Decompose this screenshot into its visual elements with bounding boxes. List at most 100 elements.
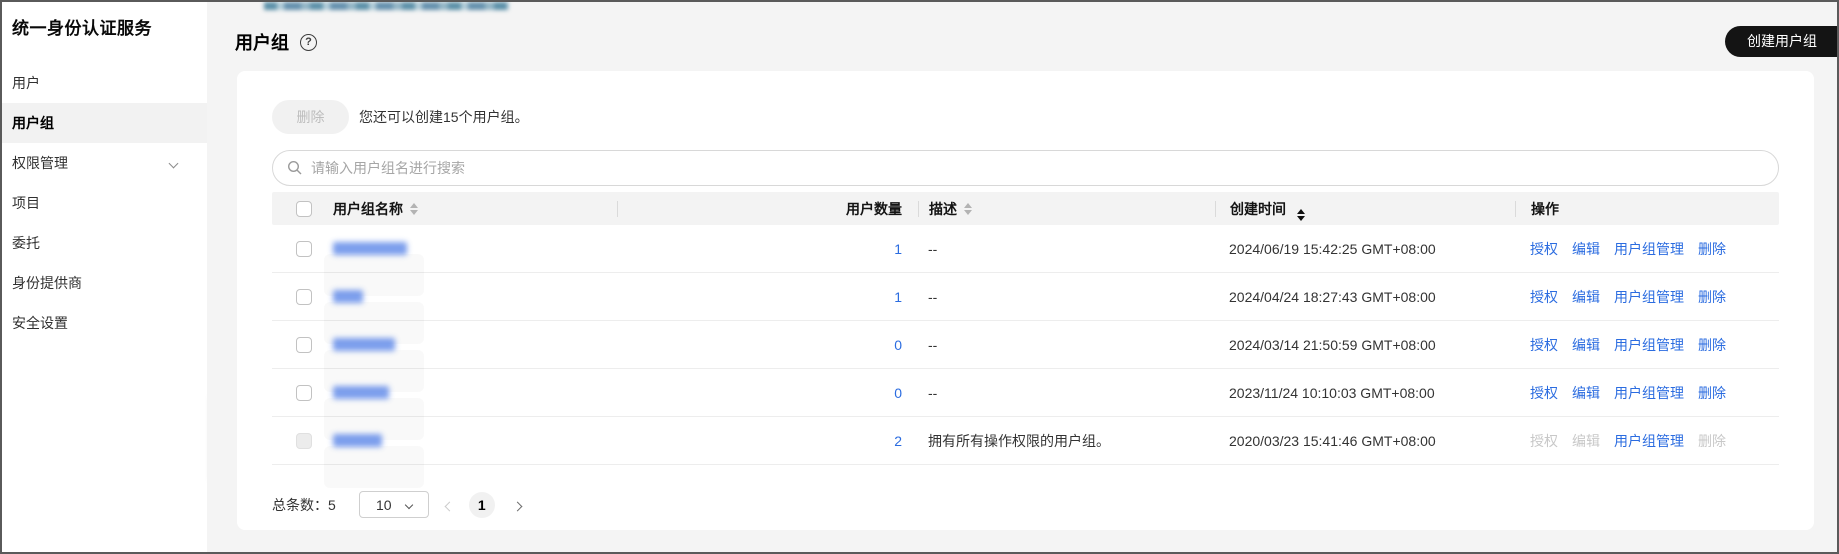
sidebar-nav: 用户 用户组 权限管理 项目 委托 身份提供商 安全设置 [2,63,207,343]
help-icon[interactable]: ? [300,33,317,51]
table-row: 0 -- 2024/03/14 21:50:59 GMT+08:00 授权 编辑… [272,321,1779,369]
col-actions-label: 操作 [1531,200,1559,217]
row-checkbox[interactable] [296,288,312,305]
row-checkbox[interactable] [296,384,312,401]
group-name-redacted[interactable] [333,434,382,447]
table-row: 2 拥有所有操作权限的用户组。 2020/03/23 15:41:46 GMT+… [272,417,1779,465]
search-icon [287,160,302,175]
iam-console-window: 统一身份认证服务 用户 用户组 权限管理 项目 委托 身份提供商 安全设置 用户… [0,0,1839,554]
main-area: 用户组 ? 创建用户组 删除 您还可以创建15个用户组。 请输入用户组名进行搜索… [207,2,1837,552]
group-name-redacted[interactable] [333,242,407,255]
blur-artifact [324,446,424,488]
col-name[interactable]: 用户组名称 [312,199,617,219]
manage-group-link[interactable]: 用户组管理 [1614,239,1684,259]
col-user-count: 用户数量 [617,200,918,217]
sort-icon[interactable] [410,202,418,215]
sidebar-item-label: 用户 [12,75,40,91]
row-checkbox-disabled [296,432,312,449]
page-size-select[interactable]: 10 [358,491,429,518]
group-name-redacted[interactable] [333,290,363,303]
sidebar-item-projects[interactable]: 项目 [2,183,207,223]
created-time: 2023/11/24 10:10:03 GMT+08:00 [1229,384,1435,401]
search-bar [272,150,1779,186]
authorize-link[interactable]: 授权 [1530,335,1558,355]
delete-button[interactable]: 删除 [272,100,349,134]
delete-link[interactable]: 删除 [1698,287,1726,307]
col-created-label: 创建时间 [1230,200,1286,217]
user-groups-table: 用户组名称 用户数量 描述 创建时间 操作 1 -- 2024/06/19 15… [272,192,1779,465]
edit-link[interactable]: 编辑 [1572,239,1600,259]
total-count: 5 [328,496,336,513]
col-description[interactable]: 描述 [918,200,1215,217]
create-user-group-button[interactable]: 创建用户组 [1725,26,1837,57]
service-title: 统一身份认证服务 [12,19,152,38]
sidebar-item-user-groups[interactable]: 用户组 [2,103,207,143]
authorize-link-disabled: 授权 [1530,432,1558,449]
authorize-link[interactable]: 授权 [1530,287,1558,307]
chevron-down-icon [404,500,413,509]
group-name-redacted[interactable] [333,386,389,399]
col-name-label: 用户组名称 [333,200,403,217]
edit-link-disabled: 编辑 [1572,432,1600,449]
sort-icon[interactable] [964,202,972,215]
manage-group-link[interactable]: 用户组管理 [1614,431,1684,451]
toolbar: 删除 您还可以创建15个用户组。 [272,100,529,134]
prev-page-button [444,497,455,513]
edit-link[interactable]: 编辑 [1572,287,1600,307]
table-row: 1 -- 2024/04/24 18:27:43 GMT+08:00 授权 编辑… [272,273,1779,321]
page-size-value: 10 [376,496,392,513]
delete-link[interactable]: 删除 [1698,383,1726,403]
sidebar-item-users[interactable]: 用户 [2,63,207,103]
created-time: 2024/03/14 21:50:59 GMT+08:00 [1229,336,1436,353]
row-checkbox[interactable] [296,240,312,257]
sidebar-item-label: 权限管理 [12,155,68,171]
authorize-link[interactable]: 授权 [1530,239,1558,259]
sort-icon-active[interactable] [1296,208,1305,221]
col-desc-label: 描述 [929,200,957,217]
sidebar-item-label: 用户组 [12,115,54,131]
edit-link[interactable]: 编辑 [1572,383,1600,403]
pagination: 总条数： 5 10 1 [272,491,523,518]
description-text: -- [928,336,938,353]
group-name-redacted[interactable] [333,338,395,351]
search-input[interactable] [311,160,1764,176]
created-time: 2020/03/23 15:41:46 GMT+08:00 [1229,432,1436,449]
manage-group-link[interactable]: 用户组管理 [1614,287,1684,307]
redacted-breadcrumb [264,2,509,10]
sidebar-item-permissions[interactable]: 权限管理 [2,143,207,183]
user-count-link[interactable]: 0 [894,385,902,401]
col-count-label: 用户数量 [846,200,902,217]
next-page-button[interactable] [512,497,523,513]
description-text: 拥有所有操作权限的用户组。 [928,432,1110,449]
current-page-button[interactable]: 1 [468,491,495,518]
total-label: 总条数： [272,496,328,513]
sidebar-item-label: 项目 [12,195,40,211]
user-count-link[interactable]: 2 [894,433,902,449]
description-text: -- [928,288,938,305]
select-all-checkbox[interactable] [296,200,312,217]
delete-link[interactable]: 删除 [1698,335,1726,355]
edit-link[interactable]: 编辑 [1572,335,1600,355]
user-count-link[interactable]: 1 [894,241,902,257]
sidebar-item-agencies[interactable]: 委托 [2,223,207,263]
created-time: 2024/04/24 18:27:43 GMT+08:00 [1229,288,1436,305]
sidebar-item-identity-providers[interactable]: 身份提供商 [2,263,207,303]
authorize-link[interactable]: 授权 [1530,383,1558,403]
sidebar-item-security-settings[interactable]: 安全设置 [2,303,207,343]
sidebar-item-label: 身份提供商 [12,275,82,291]
delete-link[interactable]: 删除 [1698,239,1726,259]
quota-hint: 您还可以创建15个用户组。 [359,109,529,125]
table-row: 1 -- 2024/06/19 15:42:25 GMT+08:00 授权 编辑… [272,225,1779,273]
user-count-link[interactable]: 0 [894,337,902,353]
manage-group-link[interactable]: 用户组管理 [1614,383,1684,403]
chevron-down-icon [168,158,179,168]
delete-link-disabled: 删除 [1698,432,1726,449]
page-title: 用户组 [235,33,289,53]
created-time: 2024/06/19 15:42:25 GMT+08:00 [1229,240,1436,257]
table-row: 0 -- 2023/11/24 10:10:03 GMT+08:00 授权 编辑… [272,369,1779,417]
description-text: -- [928,240,938,257]
manage-group-link[interactable]: 用户组管理 [1614,335,1684,355]
col-created[interactable]: 创建时间 [1215,200,1515,221]
row-checkbox[interactable] [296,336,312,353]
user-count-link[interactable]: 1 [894,289,902,305]
